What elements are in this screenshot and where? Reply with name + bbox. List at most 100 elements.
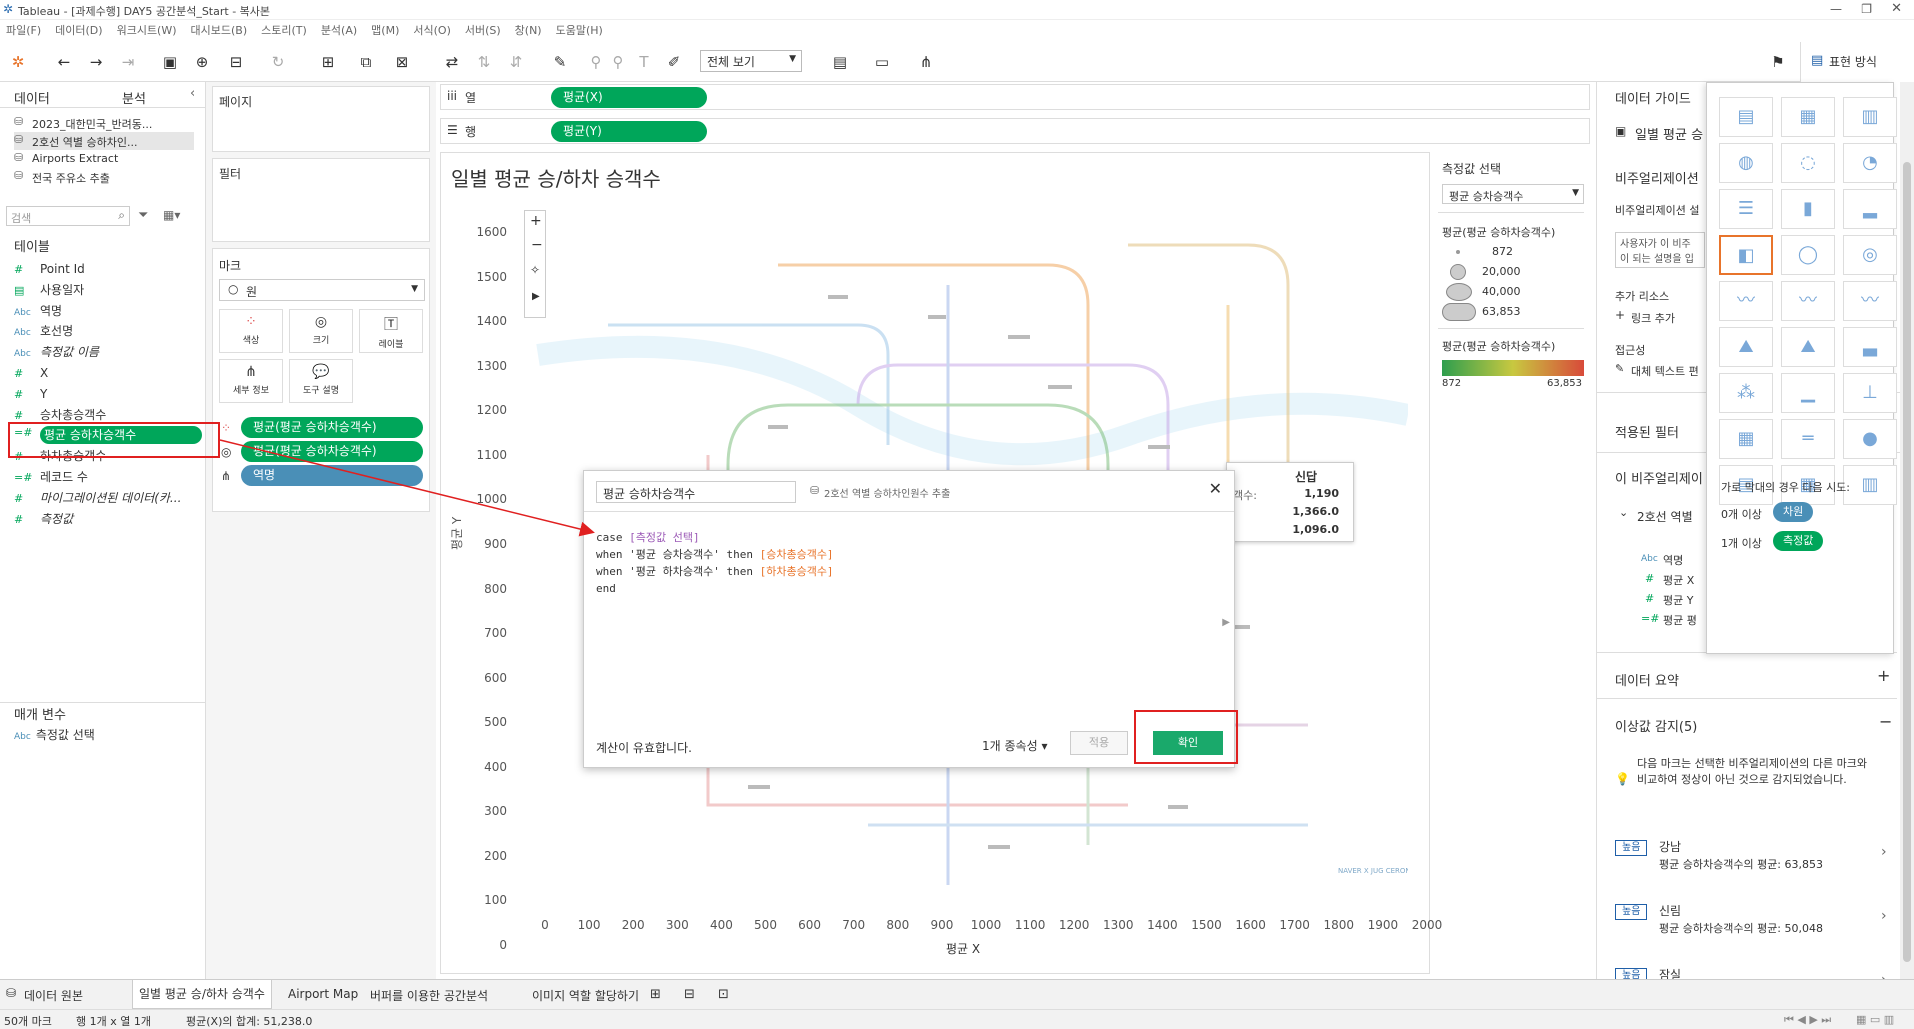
chart-type-thumbnail[interactable]: ⊥ [1843,373,1897,413]
zoom-in-icon[interactable]: + [530,213,542,229]
columns-pill[interactable]: 평균(X) [551,87,707,108]
chart-type-thumbnail[interactable]: ⛰ [1781,327,1835,367]
new-sheet-icon[interactable]: ⊞ [650,987,661,1002]
datasource-refresh-icon[interactable]: ⊟ [226,52,246,72]
chart-type-thumbnail[interactable]: ▮ [1781,189,1835,229]
chart-type-thumbnail[interactable]: ⛰ [1719,327,1773,367]
chart-type-thumbnail[interactable]: ▃ [1843,327,1897,367]
save-icon[interactable]: ▣ [160,52,180,72]
mark-pill-size[interactable]: 평균(평균 승하차승객수) [241,441,423,462]
filters-shelf[interactable]: 필터 [212,158,430,242]
outlier-item[interactable]: 높음 신림 평균 승하차승객수의 평균: 50,048 › [1597,898,1897,954]
highlight-icon[interactable]: ✎ [550,52,570,72]
chart-type-thumbnail[interactable]: ▁ [1781,373,1835,413]
view-mode-select[interactable]: 전체 보기 ▼ [700,50,802,72]
close-dialog-icon[interactable]: ✕ [1209,479,1222,498]
menu-item[interactable]: 대시보드(B) [191,20,248,42]
datasource-item[interactable]: ⛁ Airports Extract [14,150,194,168]
chart-type-thumbnail[interactable]: ▥ [1843,465,1897,505]
chart-type-thumbnail[interactable]: ▤ [1719,97,1773,137]
add-link[interactable]: 링크 추가 [1631,310,1675,326]
menu-item[interactable]: 도움말(H) [556,20,603,42]
sheet-tab[interactable]: 일별 평균 승/하차 승객수 [132,980,272,1009]
calc-name-input[interactable]: 평균 승하차승객수 [596,481,796,503]
new-worksheet-icon[interactable]: ⊞ [318,52,338,72]
close-icon[interactable]: ✕ [1891,1,1902,16]
chevron-down-icon[interactable]: ⌄ [1619,506,1628,519]
field-item[interactable]: =# 레코드 수 [14,468,200,486]
filter-icon[interactable]: ⏷ [138,208,148,223]
chart-type-thumbnail[interactable]: ▦ [1781,97,1835,137]
view-options-icon[interactable]: ▦▾ [163,208,180,222]
alt-text-link[interactable]: 대체 텍스트 편 [1631,363,1699,379]
chart-type-thumbnail[interactable]: ◍ [1719,143,1773,183]
field-item[interactable]: Abc 역명 [14,302,200,320]
field-item[interactable]: ▤ 사용일자 [14,281,200,299]
chart-type-thumbnail[interactable]: ☰ [1719,189,1773,229]
chart-type-thumbnail[interactable]: ◯ [1781,235,1835,275]
menu-item[interactable]: 서식(O) [413,20,450,42]
field-item[interactable]: # X [14,364,200,382]
menu-item[interactable]: 데이터(D) [55,20,102,42]
chart-type-thumbnail[interactable]: ◌ [1781,143,1835,183]
sheet-tab[interactable]: 버퍼를 이용한 공간분석 [366,987,492,1004]
field-item[interactable]: Abc 호선명 [14,322,200,340]
field-item[interactable]: Abc 측정값 이름 [14,343,200,361]
chart-type-thumbnail[interactable]: ◔ [1843,143,1897,183]
layout-icons[interactable]: ▦ ▭ ▥ [1856,1013,1894,1026]
text-icon[interactable]: T [634,52,654,72]
zoom-out-icon[interactable]: − [531,237,543,253]
chart-title[interactable]: 일별 평균 승/하차 승객수 [451,163,661,192]
menu-item[interactable]: 분석(A) [321,20,357,42]
menu-item[interactable]: 스토리(T) [261,20,307,42]
sheet-tab[interactable]: 이미지 역할 할당하기 [528,987,643,1004]
redo-arrow-icon[interactable]: ⇥ [118,52,138,72]
sort-desc-icon[interactable]: ⇵ [506,52,526,72]
collapse-pane-icon[interactable]: ‹ [190,86,195,101]
expand-toolbar-icon[interactable]: ▶ [532,291,540,302]
chart-type-thumbnail[interactable]: ● [1843,419,1897,459]
restore-icon[interactable]: ❐ [1861,2,1872,16]
share-icon[interactable]: ⋔ [916,52,936,72]
tab-data[interactable]: 데이터 [14,88,50,107]
size-button[interactable]: ◎ 크기 [289,309,353,353]
right-scrollbar[interactable] [1900,82,1914,979]
sheet-tab[interactable]: Airport Map [284,987,362,1001]
chart-type-thumbnail[interactable]: ◧ [1719,235,1773,275]
chart-type-thumbnail[interactable]: ▥ [1843,97,1897,137]
measure-select-dropdown[interactable]: 평균 승차승객수 ▼ [1442,184,1584,204]
field-item[interactable]: # 마이그레이션된 데이터(카... [14,489,200,507]
menu-item[interactable]: 맵(M) [371,20,399,42]
tab-analysis[interactable]: 분석 [122,88,146,107]
show-me-tab[interactable]: ▤ 표현 방식 [1800,42,1914,82]
dependency-dropdown[interactable]: 1개 종속성 ▾ [982,737,1047,754]
search-input[interactable]: 검색 ⌕ [6,206,130,226]
field-item[interactable]: # 승차총승객수 [14,406,200,424]
color-button[interactable]: ⁘ 색상 [219,309,283,353]
label-button[interactable]: 🅃 레이블 [359,309,423,353]
label-icon[interactable]: ⚲ [608,52,628,72]
chart-type-thumbnail[interactable]: ◎ [1843,235,1897,275]
undo-icon[interactable]: ← [54,52,74,72]
collapse-minus-icon[interactable]: − [1879,712,1892,731]
showme-pin-icon[interactable]: ⚑ [1768,52,1788,72]
datasource-item[interactable]: ⛁ 전국 주유소 추출 [14,168,194,186]
chart-type-thumbnail[interactable]: ▦ [1719,419,1773,459]
field-item[interactable]: # Y [14,385,200,403]
menu-item[interactable]: 워크시트(W) [117,20,177,42]
minimize-icon[interactable]: — [1830,2,1842,16]
rows-shelf[interactable]: ☰ 행 평균(Y) [440,118,1590,144]
datasource-item[interactable]: ⛁ 2호선 역별 승하차인... [14,132,194,150]
rows-pill[interactable]: 평균(Y) [551,121,707,142]
tableau-home-icon[interactable]: ✲ [8,52,28,72]
nav-arrows-icon[interactable]: ⏮ ◀ ▶ ⏭ [1784,1013,1831,1027]
scrollbar-thumb[interactable] [1903,162,1911,962]
new-dashboard-icon[interactable]: ⊟ [684,987,695,1002]
expand-functions-icon[interactable]: ▶ [1222,617,1230,628]
field-item[interactable]: # 측정값 [14,510,200,528]
menu-item[interactable]: 창(N) [515,20,542,42]
param-measure-select[interactable]: Abc 측정값 선택 [14,726,95,744]
pin-map-icon[interactable]: ✧ [530,263,540,277]
tooltip-button[interactable]: 💬 도구 설명 [289,359,353,403]
apply-button[interactable]: 적용 [1070,731,1128,755]
